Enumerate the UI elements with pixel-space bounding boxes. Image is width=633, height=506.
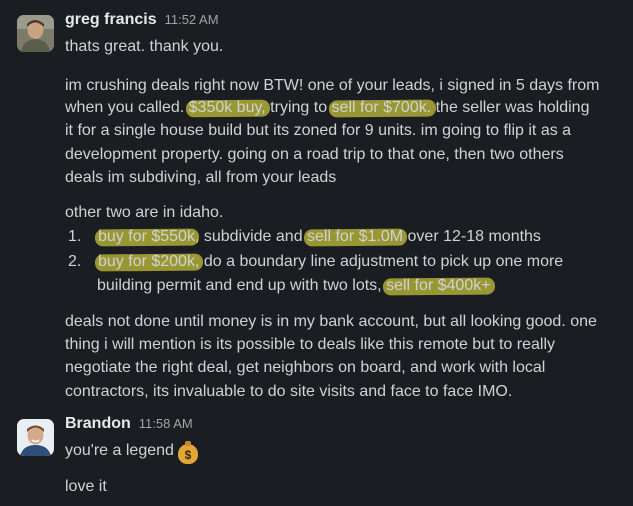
timestamp[interactable]: 11:58 AM (139, 416, 193, 431)
message-text: it for a single house build but its zone… (65, 122, 572, 139)
highlighted-text: buy for $550k (98, 228, 195, 245)
text-run: you're a legend (65, 442, 174, 459)
highlight-mark: sell for $1.0M (307, 228, 403, 245)
list-item: 1. buy for $550k, subdivide and sell for … (68, 226, 541, 247)
highlight-mark: buy for $200k, (98, 253, 199, 270)
highlighted-text: sell for $1.0M (307, 228, 404, 245)
list-item-continuation: building permit and end up with two lots… (97, 275, 491, 296)
sender-name[interactable]: greg francis (65, 11, 157, 29)
message-text: deals not done until money is in my bank… (65, 313, 597, 330)
timestamp[interactable]: 11:52 AM (165, 12, 219, 27)
highlight-mark: buy for $550k (98, 228, 195, 245)
message-text: negotiate the right deal, get neighbors … (65, 359, 546, 376)
message-text: development property. going on a road tr… (65, 146, 564, 163)
message-header: Brandon 11:58 AM (65, 415, 193, 437)
highlighted-text: $350k buy, (188, 99, 266, 116)
text-run: building permit and end up with two lots… (97, 277, 387, 294)
highlighted-text: sell for $700k. (331, 99, 432, 116)
message-text: thats great. thank you. (65, 38, 224, 55)
message-text: love it (65, 478, 107, 495)
highlighted-text: sell for $400k+ (386, 277, 491, 294)
message-text: thing i will mention is its possible to … (65, 336, 555, 353)
text-run: when you called. (65, 99, 189, 116)
highlight-mark: $350k buy, (189, 99, 266, 116)
money-bag-icon: $ (177, 441, 198, 464)
text-run: do a boundary line adjustment to pick up… (199, 253, 564, 270)
text-run: , subdivide and (194, 228, 308, 245)
list-item: 2. buy for $200k, do a boundary line adju… (68, 251, 563, 272)
message-text: im crushing deals right now BTW! one of … (65, 77, 600, 94)
text-run: the seller was holding (431, 99, 590, 116)
brandon-avatar[interactable] (17, 419, 54, 456)
message-text: you're a legend $ (65, 440, 198, 464)
message-header: greg francis 11:52 AM (65, 11, 219, 33)
text-run: trying to (265, 99, 332, 116)
highlight-mark: sell for $400k+ (386, 277, 491, 294)
message-text: when you called. $350k buy, trying to se… (65, 97, 589, 118)
highlight-mark: sell for $700k. (332, 99, 432, 116)
greg-avatar[interactable] (17, 15, 54, 52)
highlighted-text: buy for $200k, (98, 253, 200, 270)
list-number: 1. (68, 228, 82, 245)
text-run: over 12-18 months (403, 228, 541, 245)
sender-name[interactable]: Brandon (65, 415, 131, 433)
list-number: 2. (68, 253, 82, 270)
message-text: deals im subdiving, all from your leads (65, 169, 337, 186)
message-text: contractors, its invaluable to do site v… (65, 383, 513, 400)
message-text: other two are in idaho. (65, 204, 224, 221)
